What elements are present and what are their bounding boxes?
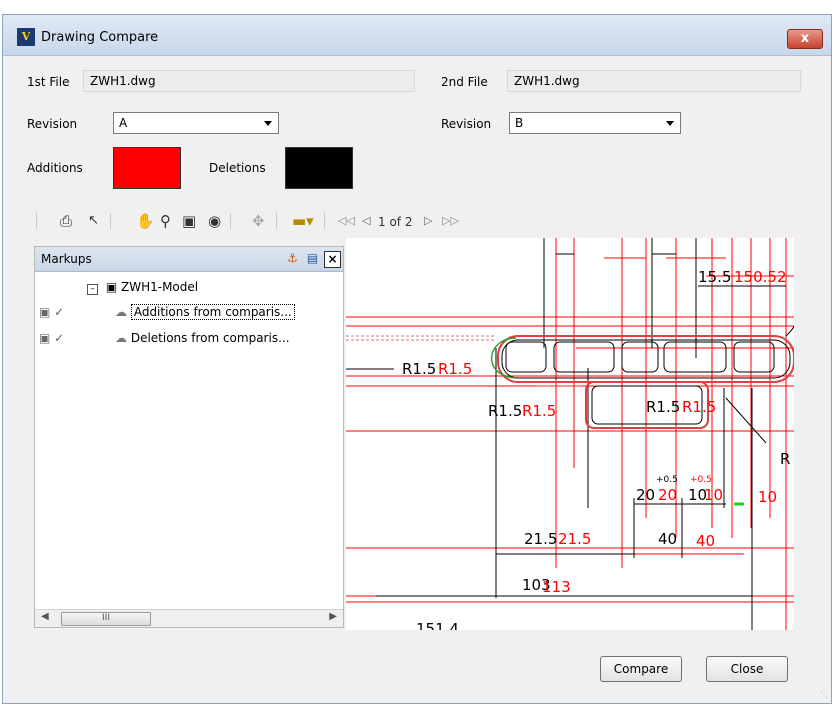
last-page-icon[interactable]: ▷▷ [442, 212, 459, 230]
dim-r-mid2: R1.5 [646, 398, 680, 416]
lock-icon[interactable]: ▣ ✓ [39, 305, 64, 319]
markup-move-icon[interactable]: ✥ [252, 212, 265, 230]
markup-item-additions-label: Additions from comparis... [130, 304, 295, 320]
revision-left-select[interactable]: A [113, 112, 279, 134]
prev-page-icon[interactable]: ◁ [362, 212, 370, 230]
chevron-down-icon [666, 121, 674, 126]
dim-10b: 10 [758, 488, 777, 506]
close-button[interactable]: Close [706, 656, 788, 682]
first-file-field: ZWH1.dwg [83, 70, 415, 92]
window-close-button[interactable]: x [787, 29, 823, 49]
scroll-thumb[interactable]: III [61, 612, 151, 626]
markup-list-icon[interactable]: ▤ [305, 251, 320, 266]
additions-label: Additions [27, 161, 83, 175]
revision-left-value: A [119, 116, 128, 130]
scroll-left-icon[interactable]: ◀ [41, 611, 49, 622]
first-file-label: 1st File [27, 75, 70, 89]
dim-top-red: 150.52 [734, 268, 787, 286]
collapse-icon[interactable]: – [87, 284, 98, 295]
markup-item-additions[interactable]: ☁ Additions from comparis... [115, 304, 295, 320]
revision-right-label: Revision [441, 117, 492, 131]
cloud-markup-icon: ☁ [115, 331, 127, 345]
markups-pane: Markups ⚓ ▤ × – ▣ ZWH1-Model ▣ ✓ ☁ Addit… [34, 246, 344, 628]
print-icon[interactable]: ⎙ [60, 212, 72, 230]
dim-20: 20 [636, 486, 655, 504]
close-icon[interactable]: × [324, 251, 341, 268]
dim-21-5-red: 21.5 [558, 530, 591, 548]
dim-r-edge: R [780, 450, 790, 468]
chevron-down-icon [264, 121, 272, 126]
dim-113: 113 [542, 578, 571, 596]
tol-2: +0.5 [690, 475, 712, 485]
dim-10-red: 10 [704, 486, 723, 504]
lock-icon[interactable]: ▣ ✓ [39, 331, 64, 345]
model-label: ZWH1-Model [121, 280, 199, 294]
dim-r-mid-red: R1.5 [522, 402, 556, 420]
page-indicator: 1 of 2 [378, 215, 413, 229]
app-logo-icon: V [17, 28, 35, 46]
tree-root[interactable]: – ▣ ZWH1-Model [87, 280, 198, 295]
dim-20-red: 20 [658, 486, 677, 504]
cloud-markup-icon: ☁ [115, 305, 127, 319]
tol-1: +0.5 [656, 475, 678, 485]
dim-bottom: 151.4 [416, 620, 459, 630]
zoom-extents-icon[interactable]: ◉ [208, 212, 221, 230]
horizontal-scrollbar[interactable]: ◀ III ▶ [35, 609, 343, 627]
title-bar: V Drawing Compare x [3, 15, 831, 56]
select-icon[interactable]: ↖ [88, 212, 99, 230]
deletions-label: Deletions [209, 161, 266, 175]
window-title: Drawing Compare [41, 30, 159, 45]
revision-right-select[interactable]: B [509, 112, 681, 134]
dim-r-left-red: R1.5 [438, 360, 472, 378]
resize-grip-icon[interactable]: ⋱ [820, 690, 830, 700]
markups-header: Markups ⚓ ▤ × [35, 247, 343, 272]
zoom-window-icon[interactable]: ▣ [182, 212, 196, 230]
drawing-svg: R1.5 R1.5 R1.5 R1.5 R1.5 R1.5 R 15.5 150… [346, 238, 794, 630]
next-page-icon[interactable]: ▷ [424, 212, 432, 230]
viewer-toolbar: ⎙ ↖ ✋ ⚲ ▣ ◉ ✥ ▬▾ ◁◁ ◁ 1 of 2 ▷ ▷▷ [32, 208, 794, 234]
dim-40-red: 40 [696, 532, 715, 550]
top-strip [0, 0, 835, 14]
dim-r-mid2-red: R1.5 [682, 398, 716, 416]
second-file-field: ZWH1.dwg [507, 70, 801, 92]
deletions-color-swatch[interactable] [285, 147, 353, 189]
revision-right-value: B [515, 116, 524, 130]
dim-40: 40 [658, 530, 677, 548]
markup-item-deletions-label: Deletions from comparis... [130, 331, 290, 345]
zoom-icon[interactable]: ⚲ [160, 212, 171, 230]
model-icon: ▣ [105, 280, 118, 294]
scroll-right-icon[interactable]: ▶ [329, 611, 337, 622]
first-page-icon[interactable]: ◁◁ [338, 212, 355, 230]
revision-left-label: Revision [27, 117, 78, 131]
markups-title: Markups [41, 252, 92, 266]
drawing-canvas[interactable]: R1.5 R1.5 R1.5 R1.5 R1.5 R1.5 R 15.5 150… [346, 238, 794, 630]
dim-r-mid: R1.5 [488, 402, 522, 420]
dim-top: 15.5 [698, 268, 731, 286]
second-file-label: 2nd File [441, 75, 488, 89]
dim-21-5: 21.5 [524, 530, 557, 548]
markup-settings-icon[interactable]: ⚓ [285, 251, 300, 266]
measure-icon[interactable]: ▬▾ [292, 212, 314, 230]
compare-button[interactable]: Compare [600, 656, 682, 682]
additions-color-swatch[interactable] [113, 147, 181, 189]
dim-r-left: R1.5 [402, 360, 436, 378]
pan-icon[interactable]: ✋ [136, 212, 155, 230]
markup-item-deletions[interactable]: ☁ Deletions from comparis... [115, 331, 290, 345]
